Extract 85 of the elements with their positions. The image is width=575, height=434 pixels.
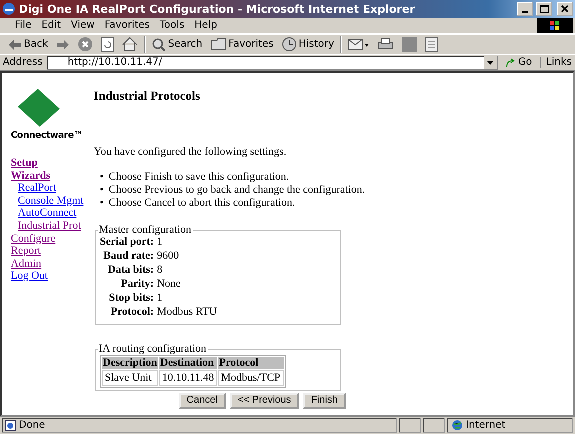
field-label: Baud rate: [102, 250, 154, 262]
back-arrow-icon [8, 38, 22, 50]
wizard-button[interactable]: << Previous [230, 393, 300, 409]
close-button[interactable] [557, 2, 573, 16]
column-header: Description [102, 357, 158, 369]
field-value: 8 [157, 264, 164, 276]
forward-arrow-icon [56, 38, 70, 50]
refresh-button[interactable] [99, 35, 116, 54]
field-label: Parity: [120, 278, 154, 290]
table-cell: Slave Unit [102, 370, 158, 386]
field-value: 1 [157, 236, 164, 248]
go-button[interactable]: Go [502, 57, 536, 68]
field-label: Serial port: [100, 236, 154, 248]
menu-item[interactable]: Tools [155, 20, 190, 31]
history-button[interactable]: History [280, 35, 336, 54]
page-heading: Industrial Protocols [94, 89, 202, 104]
page-icon [5, 420, 16, 431]
menu-item[interactable]: Help [190, 20, 222, 31]
links-button[interactable]: Links [540, 57, 572, 68]
security-zone: Internet [466, 420, 506, 431]
search-button[interactable]: Search [150, 35, 205, 54]
bullet-marker: • [100, 184, 104, 197]
address-label: Address [3, 57, 43, 68]
favorites-button[interactable]: Favorites [208, 35, 276, 54]
sidebar-link[interactable]: AutoConnect [11, 207, 93, 220]
instruction-item: Choose Previous to go back and change the configuration. [108, 184, 366, 197]
sidebar-link[interactable]: Configure [11, 232, 93, 246]
column-header: Protocol [218, 357, 284, 369]
back-button[interactable]: Back [6, 35, 50, 54]
logo-icon [16, 87, 62, 127]
menu-item[interactable]: File [10, 20, 37, 31]
sidebar-link[interactable]: RealPort [11, 182, 93, 195]
column-header: Destination [159, 357, 218, 369]
globe-icon [452, 420, 463, 431]
field-value: 9600 [157, 250, 180, 262]
sidebar-link[interactable]: Report [11, 245, 93, 258]
sidebar-link[interactable]: Industrial Prot [11, 220, 93, 233]
field-value: None [157, 278, 182, 290]
home-icon [122, 37, 138, 52]
brand-name: Connectware™ [11, 131, 84, 141]
window-title: Digi One IA RealPort Configuration - Microsoft Internet Explorer [19, 2, 416, 16]
bullet-marker: • [100, 171, 104, 184]
field-label: Stop bits: [108, 292, 154, 304]
status-panel [399, 418, 421, 433]
maximize-icon [540, 5, 548, 13]
instruction-item: Choose Cancel to abort this configuration. [108, 197, 296, 210]
wizard-button[interactable]: Finish [303, 393, 346, 409]
table-cell: Modbus/TCP [218, 370, 284, 386]
field-label: Protocol: [110, 306, 154, 318]
address-field[interactable]: http://10.10.11.47/ [46, 56, 498, 70]
discuss-button[interactable] [423, 35, 440, 54]
document-icon [425, 37, 438, 52]
group-legend: IA routing configuration [98, 343, 208, 355]
field-value: Modbus RTU [157, 306, 218, 318]
maximize-button[interactable] [536, 2, 552, 16]
sidebar-link[interactable]: Log Out [11, 270, 93, 283]
sidebar-link[interactable]: Setup [11, 157, 93, 170]
curved-arrow-icon [506, 58, 516, 68]
intro-text: You have configured the following settings. [94, 146, 288, 158]
status-panel [423, 418, 445, 433]
sidebar-link[interactable]: Console Mgmt [11, 194, 93, 208]
sidebar-link[interactable]: Admin [11, 258, 93, 270]
printer-icon [378, 37, 394, 52]
table-cell: 10.10.11.48 [159, 370, 218, 386]
folder-icon [210, 38, 227, 51]
wizard-button[interactable]: Cancel [178, 393, 226, 409]
group-legend: Master configuration [98, 224, 193, 236]
mail-icon [348, 37, 370, 52]
search-icon [152, 38, 166, 52]
windows-logo-icon [537, 18, 573, 33]
instruction-item: Choose Finish to save this configuration. [108, 171, 290, 184]
refresh-page-icon [101, 37, 114, 52]
bullet-marker: • [100, 197, 104, 210]
stop-button[interactable] [76, 35, 96, 54]
field-value: 1 [157, 292, 164, 304]
browser-logo-icon [2, 2, 16, 16]
field-label: Data bits: [106, 264, 154, 276]
menu-item[interactable]: View [66, 20, 100, 31]
menu-item[interactable]: Edit [36, 20, 66, 31]
menu-item[interactable]: Favorites [100, 20, 156, 31]
status-text: Done [19, 420, 46, 431]
close-icon [561, 5, 569, 13]
minimize-button[interactable] [517, 2, 533, 16]
stop-icon [78, 37, 94, 52]
sidebar-link[interactable]: Wizards [11, 170, 93, 182]
